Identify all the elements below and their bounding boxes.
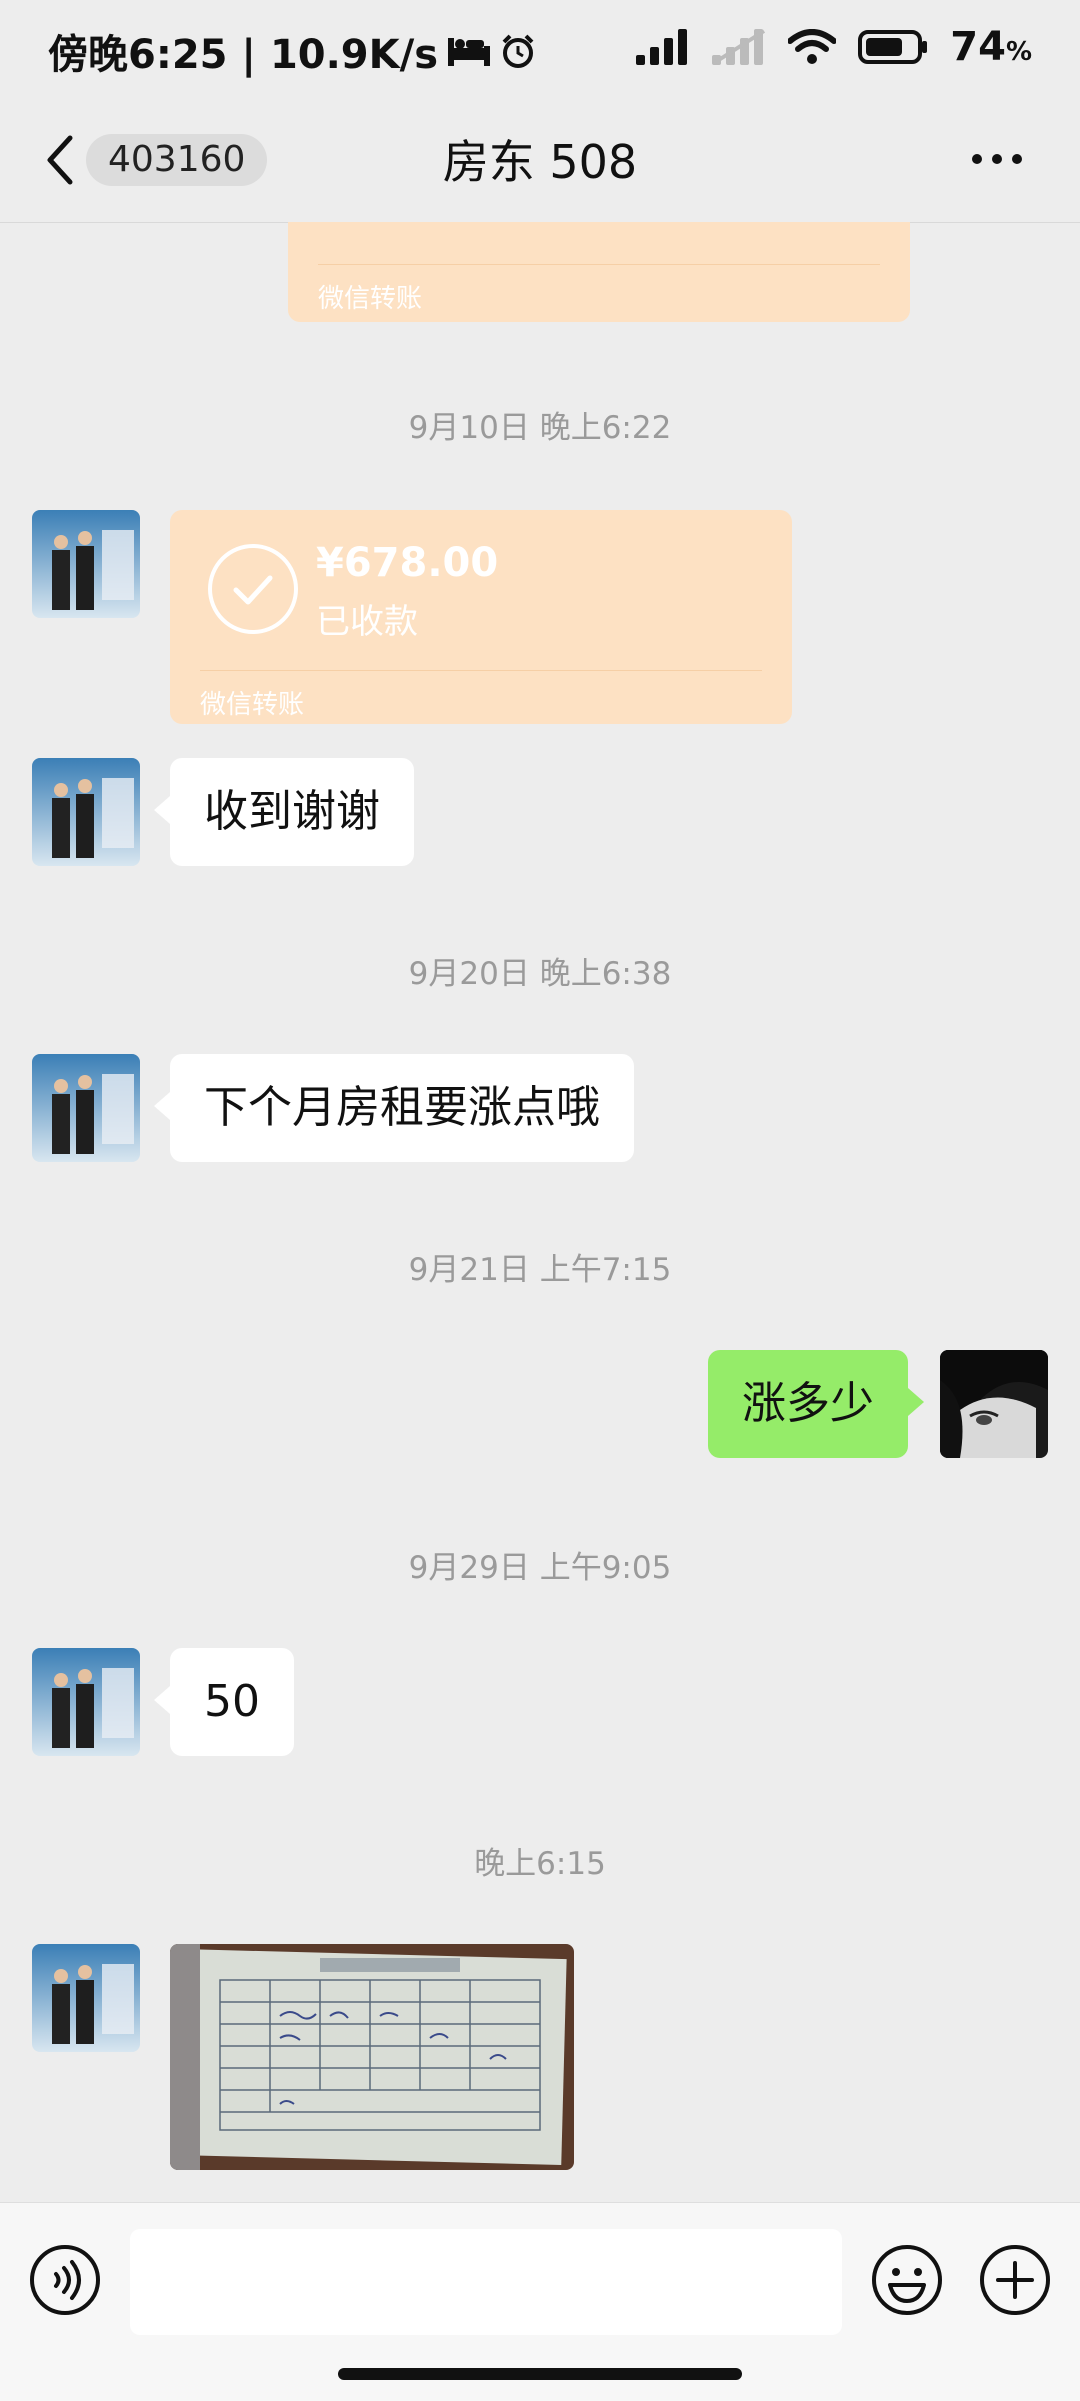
more-icon[interactable]: [970, 152, 1024, 166]
battery-percent-unit: %: [1005, 37, 1032, 67]
alarm-icon: [502, 34, 534, 68]
status-time: 傍晚6:25 | 10.9K/s: [48, 32, 439, 78]
nav-bar: 403160 房东 508: [0, 100, 1080, 220]
message-bubble[interactable]: 50: [154, 1648, 294, 1756]
chat-title: 房东 508: [442, 135, 638, 189]
timestamp: 9月20日 晚上6:38: [408, 956, 672, 992]
status-left: 傍晚6:25 | 10.9K/s: [48, 22, 536, 80]
avatar-landlord[interactable]: [32, 510, 140, 618]
battery-percent-value: 74: [950, 24, 1006, 70]
transfer-divider: [200, 670, 762, 671]
status-bar: 傍晚6:25 | 10.9K/s 74%: [0, 0, 1080, 100]
wifi-icon: [788, 29, 837, 64]
message-input[interactable]: [130, 2229, 842, 2335]
timestamp: 9月21日 上午7:15: [408, 1252, 672, 1288]
signal-icon: [636, 29, 688, 65]
status-right: 74%: [636, 24, 1032, 70]
avatar-landlord[interactable]: [32, 1648, 140, 1756]
timestamp: 9月10日 晚上6:22: [408, 410, 672, 446]
avatar-landlord[interactable]: [32, 1944, 140, 2052]
message-bubble[interactable]: 收到谢谢: [154, 758, 414, 866]
emoji-icon[interactable]: [870, 2243, 944, 2317]
battery-percent: 74%: [950, 24, 1032, 70]
avatar-landlord[interactable]: [32, 758, 140, 866]
transfer-card-partial[interactable]: 微信转账: [288, 222, 910, 322]
avatar-landlord-image: [32, 1648, 140, 1756]
transfer-status: 已收款: [316, 602, 418, 642]
timestamp: 9月29日 上午9:05: [408, 1550, 672, 1586]
battery-icon: [858, 30, 928, 64]
transfer-label: 微信转账: [318, 284, 423, 314]
avatar-landlord-image: [32, 1944, 140, 2052]
transfer-card[interactable]: ¥678.00 已收款 微信转账: [170, 510, 792, 724]
transfer-label: 微信转账: [200, 690, 305, 720]
avatar-landlord-image: [32, 1054, 140, 1162]
avatar-self[interactable]: [940, 1350, 1048, 1458]
receipt-photo[interactable]: [170, 1944, 574, 2170]
plus-icon[interactable]: [978, 2243, 1052, 2317]
message-bubble-self[interactable]: 涨多少: [708, 1350, 924, 1458]
avatar-self-image: [940, 1350, 1048, 1458]
avatar-landlord-image: [32, 510, 140, 618]
receipt-photo-image: [170, 1944, 574, 2170]
timestamp: 晚上6:15: [474, 1846, 606, 1882]
check-icon: [208, 544, 298, 634]
avatar-landlord[interactable]: [32, 1054, 140, 1162]
transfer-amount: ¥678.00: [316, 540, 499, 586]
transfer-divider: [318, 264, 880, 265]
bed-icon: [448, 38, 491, 66]
message-bubble[interactable]: 下个月房租要涨点哦: [154, 1054, 634, 1162]
chat-area[interactable]: 微信转账 9月10日 晚上6:22 ¥678.00 已收款 微信转账 收到谢谢 …: [0, 222, 1080, 2202]
signal-off-icon: [712, 29, 766, 65]
voice-icon[interactable]: [28, 2243, 102, 2317]
avatar-landlord-image: [32, 758, 140, 866]
home-indicator[interactable]: [338, 2368, 742, 2380]
